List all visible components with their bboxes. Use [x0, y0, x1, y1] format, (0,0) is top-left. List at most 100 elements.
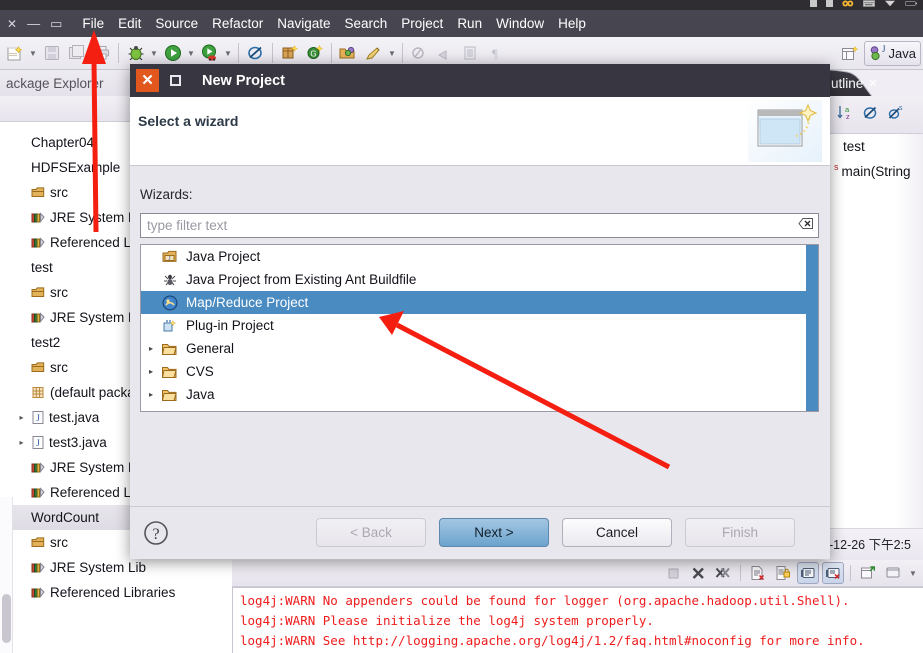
clear-console-icon[interactable] — [747, 562, 769, 584]
wizard-list-item[interactable]: Plug-in Project — [141, 314, 818, 337]
java-perspective-icon: J — [870, 45, 886, 61]
outline-item[interactable]: s main(String — [829, 159, 923, 184]
external-tools-icon[interactable] — [243, 41, 268, 66]
menu-navigate[interactable]: Navigate — [270, 10, 337, 37]
tray-icon-group — [810, 0, 917, 8]
chevron-down-icon[interactable] — [884, 0, 896, 8]
hide-static-icon[interactable]: s — [887, 104, 904, 126]
scroll-lock-icon[interactable] — [772, 562, 794, 584]
print-icon — [89, 41, 114, 66]
package-explorer-item-label: src — [50, 360, 68, 375]
previous-annotation-icon — [432, 41, 457, 66]
console-separator-2 — [850, 565, 851, 581]
last-edit-icon — [457, 41, 482, 66]
library-icon — [31, 585, 46, 600]
twisty-icon[interactable]: ▸ — [145, 344, 157, 353]
package-explorer-item-label: src — [50, 285, 68, 300]
search-dropdown-arrow-icon[interactable]: ▼ — [386, 41, 398, 66]
tray-square-icon-2[interactable] — [826, 0, 833, 7]
outline-item[interactable]: test — [829, 134, 923, 159]
new-project-wizard-icon — [748, 100, 822, 167]
dialog-title-bar: ✕ New Project — [130, 64, 830, 97]
wizard-list-item[interactable]: ▸ Java — [141, 383, 818, 406]
wizard-list-scrollbar[interactable] — [806, 245, 818, 411]
perspective-java-button[interactable]: J Java — [863, 41, 921, 66]
back-button[interactable]: < Back — [316, 518, 426, 547]
menu-search[interactable]: Search — [338, 10, 395, 37]
twisty-icon[interactable]: ▸ — [16, 413, 27, 422]
ibus-icon[interactable] — [842, 0, 854, 8]
finish-button[interactable]: Finish — [685, 518, 795, 547]
menu-file[interactable]: File — [75, 10, 111, 37]
battery-icon[interactable] — [905, 0, 917, 8]
new-project-dialog: ✕ New Project Select a wizard Wizards: t… — [130, 64, 830, 559]
hide-fields-icon[interactable] — [862, 104, 879, 126]
tab-package-explorer[interactable]: ackage Explorer — [0, 70, 110, 96]
package-explorer-item-label: test2 — [31, 335, 61, 350]
twisty-icon[interactable]: ▸ — [145, 367, 157, 376]
debug-dropdown-arrow-icon[interactable]: ▼ — [148, 41, 160, 66]
debug-icon[interactable] — [123, 41, 148, 66]
cancel-button[interactable]: Cancel — [562, 518, 672, 547]
open-console-icon[interactable] — [857, 562, 879, 584]
next-annotation-icon — [407, 41, 432, 66]
menu-project[interactable]: Project — [394, 10, 450, 37]
wizard-list[interactable]: J Java Project Java Project from Existing … — [140, 244, 819, 412]
wizard-list-item[interactable]: ▸ General — [141, 337, 818, 360]
menu-run[interactable]: Run — [450, 10, 489, 37]
console-output[interactable]: log4j:WARN No appenders could be found f… — [232, 587, 923, 653]
keyboard-icon[interactable] — [863, 0, 875, 8]
menu-help[interactable]: Help — [551, 10, 593, 37]
wizard-list-item-label: CVS — [186, 364, 214, 379]
package-explorer-scroll-thumb[interactable] — [2, 594, 11, 643]
package-icon — [31, 285, 46, 300]
clear-filter-icon[interactable] — [798, 217, 814, 235]
new-java-class-icon[interactable]: G — [302, 41, 327, 66]
new-wizard-dropdown-arrow-icon[interactable]: ▼ — [27, 41, 39, 66]
outline-tree[interactable]: test s main(String — [829, 134, 923, 560]
open-perspective-icon[interactable] — [838, 41, 862, 66]
next-button[interactable]: Next > — [439, 518, 549, 547]
new-wizard-icon[interactable] — [2, 41, 27, 66]
remove-all-launches-icon[interactable] — [712, 562, 734, 584]
perspective-java-label: Java — [888, 46, 916, 61]
tab-outline[interactable]: utline ✕ — [831, 70, 878, 96]
wizard-list-item[interactable]: ▸ CVS — [141, 360, 818, 383]
window-maximize-icon[interactable]: ▭ — [45, 17, 67, 30]
filter-input-wrap[interactable]: type filter text — [140, 213, 819, 238]
dialog-close-icon[interactable]: ✕ — [136, 69, 159, 92]
twisty-icon[interactable]: ▸ — [16, 438, 27, 447]
menu-source[interactable]: Source — [148, 10, 205, 37]
wizard-list-item[interactable]: Java Project from Existing Ant Buildfile — [141, 268, 818, 291]
new-java-package-icon[interactable] — [277, 41, 302, 66]
tray-square-icon-1[interactable] — [810, 0, 817, 7]
window-close-icon[interactable]: ✕ — [2, 18, 22, 30]
package-explorer-item[interactable]: Referenced Libraries — [12, 580, 232, 605]
menu-edit[interactable]: Edit — [111, 10, 148, 37]
filter-input[interactable]: type filter text — [147, 218, 798, 233]
pin-console-icon[interactable] — [882, 562, 904, 584]
run-dropdown-arrow-icon[interactable]: ▼ — [185, 41, 197, 66]
sort-icon[interactable]: a z — [837, 104, 854, 126]
run-coverage-icon[interactable] — [197, 41, 222, 66]
remove-launch-icon[interactable] — [687, 562, 709, 584]
help-icon[interactable]: ? — [142, 519, 170, 552]
run-coverage-dropdown-arrow-icon[interactable]: ▼ — [222, 41, 234, 66]
show-console-on-error-icon[interactable] — [822, 562, 844, 584]
show-console-on-output-icon[interactable] — [797, 562, 819, 584]
package-explorer-scroll-track[interactable] — [0, 497, 13, 653]
console-dropdown-arrow-icon[interactable]: ▼ — [907, 561, 919, 586]
run-icon[interactable] — [160, 41, 185, 66]
menu-window[interactable]: Window — [489, 10, 551, 37]
wizard-list-item[interactable]: Map/Reduce Project — [141, 291, 818, 314]
close-icon[interactable]: ✕ — [868, 77, 877, 90]
dialog-maximize-icon[interactable] — [164, 69, 187, 92]
library-icon — [31, 460, 46, 475]
twisty-icon[interactable]: ▸ — [145, 390, 157, 399]
wizard-list-item[interactable]: J Java Project — [141, 245, 818, 268]
menu-refactor[interactable]: Refactor — [205, 10, 270, 37]
search-icon[interactable] — [361, 41, 386, 66]
open-type-icon[interactable] — [336, 41, 361, 66]
window-minimize-icon[interactable]: — — [22, 17, 45, 30]
wizard-list-scroll-thumb[interactable] — [806, 245, 818, 411]
